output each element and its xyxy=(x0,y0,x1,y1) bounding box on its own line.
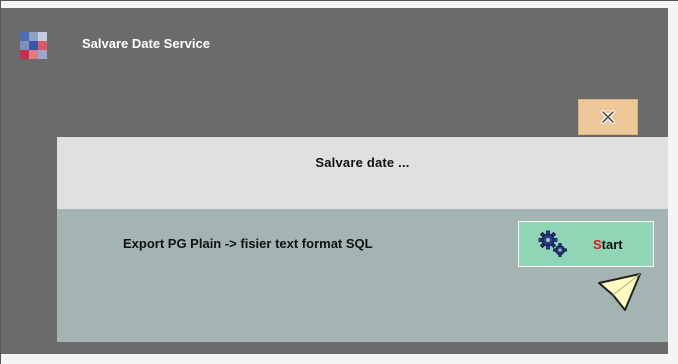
start-label-first-letter: S xyxy=(593,237,602,252)
window-title: Salvare Date Service xyxy=(82,36,210,51)
close-button[interactable] xyxy=(578,99,638,135)
start-button-label: Start xyxy=(593,237,623,252)
app-window: Salvare Date Service Salvare date ... Ex… xyxy=(0,0,678,364)
pointer-cursor-icon xyxy=(598,273,641,311)
task-label: Export PG Plain -> fisier text format SQ… xyxy=(123,236,373,251)
task-panel: Export PG Plain -> fisier text format SQ… xyxy=(57,209,668,342)
gears-icon xyxy=(538,230,567,257)
window-bottom-edge xyxy=(0,354,678,364)
window-right-edge xyxy=(668,0,678,364)
app-logo-icon xyxy=(20,32,48,60)
header-panel: Salvare date ... xyxy=(57,137,668,209)
header-title: Salvare date ... xyxy=(315,155,410,170)
start-button[interactable]: Start xyxy=(518,221,654,267)
close-icon xyxy=(601,110,615,124)
start-label-rest: tart xyxy=(601,237,623,252)
window-top-edge xyxy=(0,0,678,8)
